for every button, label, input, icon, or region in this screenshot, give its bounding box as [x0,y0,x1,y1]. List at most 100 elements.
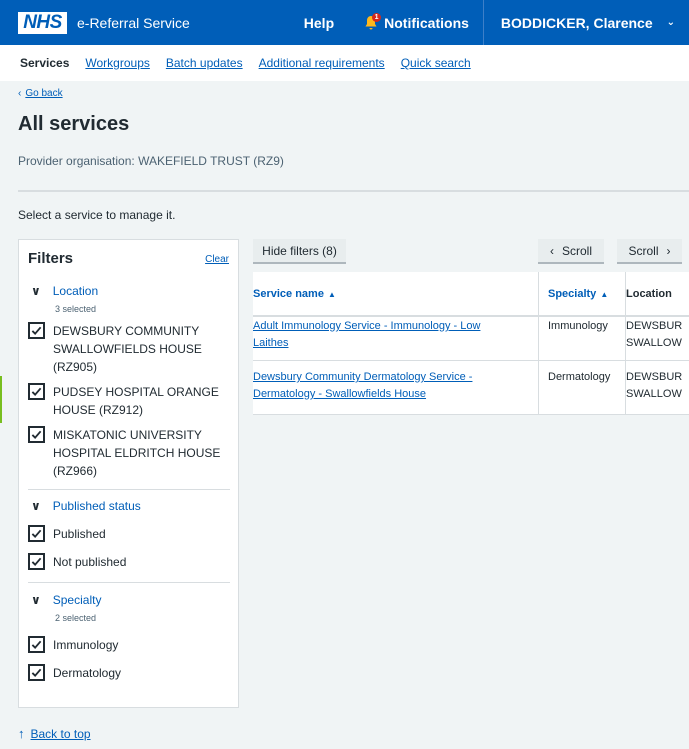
service-name[interactable]: e-Referral Service [77,15,190,31]
provider-organisation: Provider organisation: WAKEFIELD TRUST (… [18,154,284,168]
nav-additional-requirements[interactable]: Additional requirements [259,56,385,70]
filter-option-label: PUDSEY HOSPITAL ORANGE HOUSE (RZ912) [53,383,219,419]
scroll-left-label: Scroll [561,243,592,258]
filters-heading: Filters [28,250,74,267]
notifications-label: Notifications [384,14,469,31]
check-icon [31,668,42,678]
column-header-service-name[interactable]: Service name ▲︎ [253,272,538,316]
filter-option-miskatonic[interactable]: MISKATONIC UNIVERSITY HOSPITAL ELDRITCH … [28,426,228,480]
label-line: HOUSE (RZ912) [53,403,144,417]
filter-option-label: Not published [53,555,127,569]
checkbox[interactable] [28,383,45,400]
go-back-link[interactable]: ‹ Go back [18,88,63,99]
table-row-1-location: DEWSBUR SWALLOW [626,318,682,352]
hide-filters-button[interactable]: Hide filters (8) [253,239,346,264]
bell-icon: 1 [364,12,382,31]
label-line: (RZ966) [53,464,98,478]
back-to-top-label: Back to top [30,726,91,741]
chevron-left-icon: ‹ [549,243,554,258]
filter-option-label: Dermatology [53,666,122,680]
filter-location-title: Location [52,284,99,298]
header-right: Help 1 Notifications BODDICKER, Clarence… [304,0,689,45]
help-link[interactable]: Help [304,15,334,31]
table-row-1-specialty: Immunology [548,320,608,332]
check-icon [31,529,42,539]
select-hint: Select a service to manage it. [18,208,176,222]
section-divider [18,190,689,192]
scroll-left-button[interactable]: ‹ Scroll [538,239,604,264]
check-icon [31,430,42,440]
notifications-link[interactable]: 1 Notifications [364,12,469,31]
column-header-label: Service name [253,288,324,300]
filter-divider [28,582,230,583]
go-back-label: Go back [25,88,63,99]
label-line: MISKATONIC UNIVERSITY [53,428,202,442]
chevron-left-icon: ‹ [18,88,22,99]
filter-divider [28,489,230,490]
filter-option-published[interactable]: Published [28,525,228,543]
link-line: Dermatology - Swallowfields House [253,388,427,400]
link-line: Dewsbury Community Dermatology Service - [253,371,473,383]
filter-option-pudsey[interactable]: PUDSEY HOSPITAL ORANGE HOUSE (RZ912) [28,383,228,419]
checkbox[interactable] [28,525,45,542]
user-name: BODDICKER, Clarence [500,14,653,31]
nhs-logo[interactable]: NHS [18,11,67,34]
column-divider [538,272,539,415]
filter-option-dewsbury[interactable]: DEWSBURY COMMUNITY SWALLOWFIELDS HOUSE (… [28,322,228,376]
check-icon [31,640,42,650]
filter-option-not-published[interactable]: Not published [28,553,228,571]
filter-option-dermatology[interactable]: Dermatology [28,664,228,682]
arrow-up-icon: ↑ [18,726,25,741]
filter-option-immunology[interactable]: Immunology [28,636,228,654]
checkbox[interactable] [28,664,45,681]
filter-published-toggle[interactable]: ∨ Published status [31,499,141,513]
table-row-1-service: Adult Immunology Service - Immunology - … [253,318,533,352]
filter-option-label: MISKATONIC UNIVERSITY HOSPITAL ELDRITCH … [53,426,220,480]
page-title: All services [18,113,130,135]
table-row-2-service: Dewsbury Community Dermatology Service -… [253,369,533,403]
link-line: Laithes [253,337,289,349]
services-table: Service name ▲︎ Specialty ▲︎ Location Adul… [253,272,689,415]
checkbox[interactable] [28,322,45,339]
nav-services[interactable]: Services [20,56,69,70]
chevron-down-icon: ∨ [31,593,41,607]
chevron-down-icon: ⌄ [666,17,675,28]
filter-location-toggle[interactable]: ∨ Location [31,284,98,298]
service-link[interactable]: Adult Immunology Service - Immunology - … [253,320,480,349]
nav-quick-search[interactable]: Quick search [401,56,471,70]
table-row-rule [253,360,689,361]
filter-published-title: Published status [52,499,141,513]
scroll-right-button[interactable]: Scroll › [617,239,682,264]
nav-batch-updates[interactable]: Batch updates [166,56,243,70]
check-icon [31,387,42,397]
link-line: Adult Immunology Service - Immunology - … [253,320,481,332]
top-header: NHS e-Referral Service Help 1 Notificati… [0,0,689,45]
notification-count-badge: 1 [372,12,382,22]
label-line: (RZ905) [53,360,98,374]
column-header-specialty[interactable]: Specialty ▲︎ [548,272,625,316]
chevron-right-icon: › [666,243,671,258]
filter-specialty-count: 2 selected [55,613,97,623]
filter-location-count: 3 selected [55,304,97,314]
chevron-down-icon: ∨ [31,499,41,513]
location-line: SWALLOW [626,337,682,349]
label-line: HOSPITAL ELDRITCH HOUSE [53,446,221,460]
service-link[interactable]: Dewsbury Community Dermatology Service -… [253,371,472,400]
filter-specialty-toggle[interactable]: ∨ Specialty [31,593,101,607]
scroll-right-label: Scroll [628,243,659,258]
label-line: DEWSBURY COMMUNITY [53,324,200,338]
column-header-location: Location [626,272,672,316]
filter-specialty-title: Specialty [52,593,102,607]
user-menu[interactable]: BODDICKER, Clarence ⌄ [482,0,689,45]
location-line: SWALLOW [626,388,682,400]
nav-workgroups[interactable]: Workgroups [85,56,149,70]
column-header-label: Location [626,288,672,300]
checkbox[interactable] [28,636,45,653]
sort-icon: ▲︎ [600,289,609,299]
back-to-top-link[interactable]: ↑ Back to top [18,726,91,741]
clear-filters-link[interactable]: Clear [205,254,229,265]
checkbox[interactable] [28,553,45,570]
checkbox[interactable] [28,426,45,443]
table-header-rule [253,315,689,317]
location-line: DEWSBUR [626,371,683,383]
